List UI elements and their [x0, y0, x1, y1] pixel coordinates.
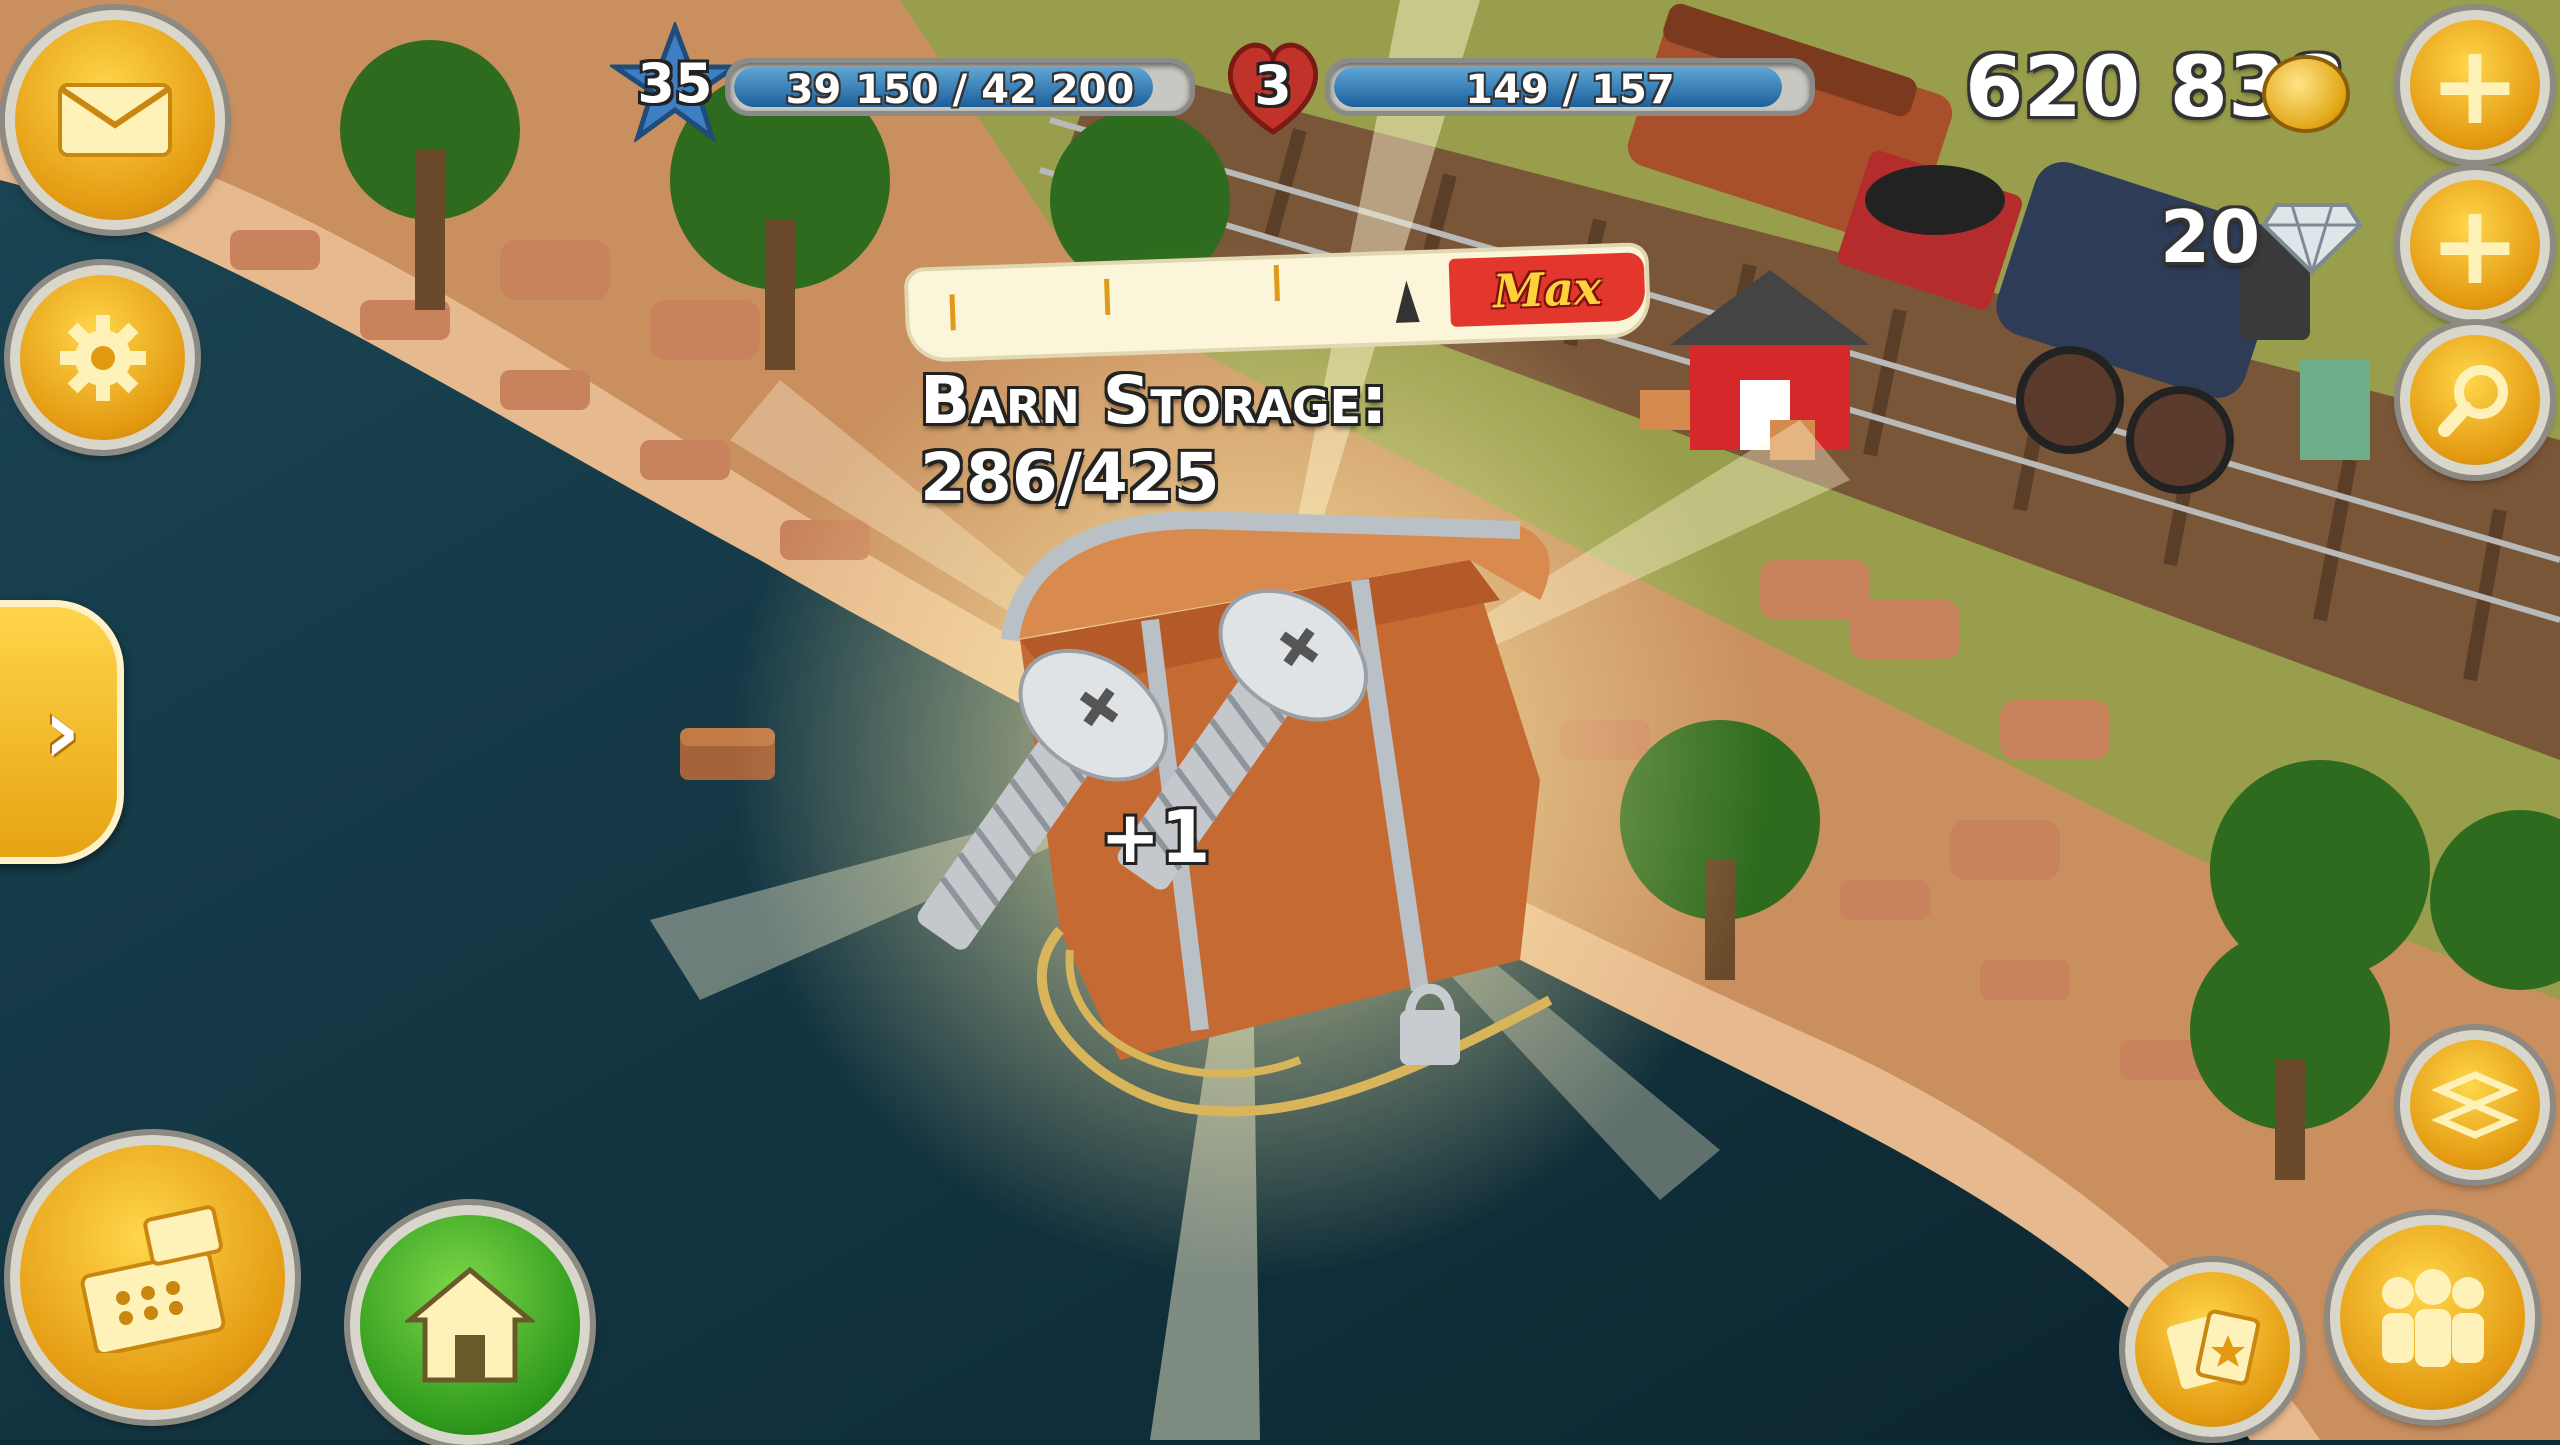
- arrows-icon: [2431, 1071, 2519, 1139]
- diamonds-count: 20: [2160, 195, 2261, 279]
- settings-button[interactable]: [10, 265, 195, 450]
- max-zone: Max: [1448, 252, 1646, 327]
- home-button[interactable]: [350, 1205, 590, 1445]
- mail-icon: [58, 83, 172, 157]
- level-star[interactable]: 35: [606, 19, 744, 144]
- max-label: Max: [1492, 260, 1603, 319]
- add-coins-button[interactable]: +: [2400, 10, 2550, 160]
- people-icon: [2381, 1268, 2484, 1367]
- xp-bar[interactable]: 39 150 / 42 200: [725, 58, 1195, 116]
- gear-icon: [59, 314, 146, 401]
- xp-text: 39 150 / 42 200: [785, 67, 1135, 113]
- coin-icon: [2262, 55, 2350, 133]
- cards-button[interactable]: [2125, 1262, 2300, 1437]
- mail-button[interactable]: [5, 10, 225, 230]
- diamond-icon: [2262, 203, 2362, 275]
- friends-button[interactable]: [2330, 1215, 2535, 1420]
- heart-badge[interactable]: 3: [1218, 32, 1328, 142]
- edit-mode-button[interactable]: [2400, 1030, 2550, 1180]
- house-icon: [405, 1266, 535, 1383]
- hearts-count: 3: [1254, 54, 1292, 117]
- reputation-bar[interactable]: 149 / 157: [1325, 58, 1815, 116]
- reward-amount: +1: [1100, 795, 1211, 879]
- gauge-pointer: [1394, 280, 1420, 323]
- add-diamonds-button[interactable]: +: [2400, 170, 2550, 320]
- storage-title: Barn Storage: 286/425: [920, 362, 1388, 516]
- chevron-right-icon: ›: [43, 679, 81, 784]
- reputation-text: 149 / 157: [1465, 67, 1675, 113]
- level-number: 35: [637, 52, 713, 115]
- shop-button[interactable]: [10, 1135, 295, 1420]
- plus-icon: +: [2428, 21, 2522, 149]
- expand-button[interactable]: ›: [0, 600, 124, 864]
- magnifier-icon: [2438, 365, 2508, 437]
- search-button[interactable]: [2400, 325, 2550, 475]
- cards-icon: [2166, 1309, 2260, 1389]
- plus-icon: +: [2428, 181, 2522, 309]
- cash-register-icon: [80, 1204, 225, 1353]
